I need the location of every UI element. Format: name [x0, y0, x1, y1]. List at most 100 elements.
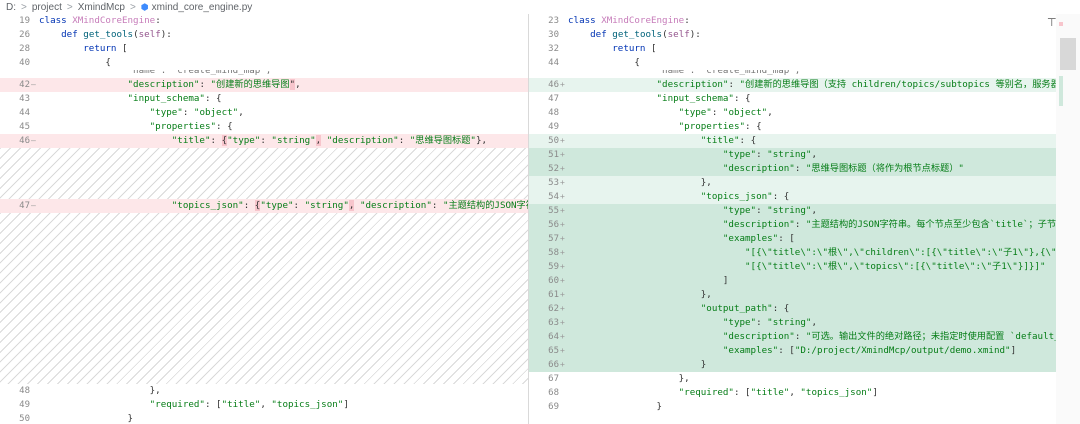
code-token: "主题结构的JSON字符串" [442, 200, 528, 211]
code-text: "description": "创建新的思维导图", [39, 78, 528, 92]
code-line-sticky[interactable]: 19 class XMindCoreEngine: [0, 14, 528, 28]
code-text: class XMindCoreEngine: [568, 14, 1056, 28]
code-token: , [238, 107, 244, 118]
code-token: get_tools [612, 29, 663, 40]
breadcrumb-project[interactable]: project [32, 2, 62, 13]
code-line[interactable]: 48 "type": "object", [529, 106, 1056, 120]
code-line[interactable]: 48 }, [0, 384, 528, 398]
code-line[interactable]: 45 "properties": { [0, 120, 528, 134]
code-line-sticky[interactable]: 26 def get_tools(self): [0, 28, 528, 42]
code-line[interactable]: 52 + "description": "思维导图标题（将作为根节点标题）" [529, 162, 1056, 176]
code-text: }, [568, 176, 1056, 190]
code-line-sticky[interactable]: 32 return [ [529, 42, 1056, 56]
code-line[interactable]: 54 + "topics_json": { [529, 190, 1056, 204]
breadcrumb: D: > project > XmindMcp > ⬢ xmind_core_e… [0, 0, 1080, 14]
code-token: "string" [304, 200, 349, 211]
code-token: "required" [678, 387, 734, 398]
code-line[interactable]: 46 + "description": "创建新的思维导图（支持 children… [529, 78, 1056, 92]
code-line-sticky[interactable]: 28 return [ [0, 42, 528, 56]
code-token: : { [204, 93, 222, 104]
code-line[interactable]: 62 + "output_path": { [529, 302, 1056, 316]
code-token: get_tools [83, 29, 134, 40]
line-number: 49 [548, 122, 559, 132]
code-token: "properties" [149, 121, 217, 132]
line-number: 63 [548, 318, 559, 328]
minimap-viewport-thumb[interactable] [1060, 38, 1076, 70]
code-line[interactable]: 49 "required": ["title", "topics_json"] [0, 398, 528, 412]
breadcrumb-file[interactable]: xmind_core_engine.py [152, 2, 253, 13]
code-text: "properties": { [39, 120, 528, 134]
code-text: "type": "string", [568, 316, 1056, 330]
code-token: self [138, 29, 161, 40]
code-token: "[{\"title\":\"根\",\"children\":[{\"titl… [745, 247, 1056, 258]
code-token: "type" [260, 200, 294, 211]
code-text: }, [568, 288, 1056, 302]
code-token: "object" [722, 107, 768, 118]
code-line[interactable]: 55 + "type": "string", [529, 204, 1056, 218]
right-editor-pane[interactable]: "name": "create_mind_map", 23 class XMindC… [529, 14, 1056, 424]
code-text: "required": ["title", "topics_json"] [568, 386, 1056, 400]
code-line[interactable]: 47— "topics_json": {"type": "string", "d… [0, 199, 528, 213]
code-token: "title" [171, 135, 211, 146]
code-line[interactable]: 69 } [529, 400, 1056, 414]
code-line[interactable]: 61 + }, [529, 288, 1056, 302]
code-token: "思维导图标题（将作为根节点标题）" [805, 163, 964, 174]
code-line[interactable]: 53 + }, [529, 176, 1056, 190]
code-line[interactable]: 68 "required": ["title", "topics_json"] [529, 386, 1056, 400]
code-line[interactable]: 67 }, [529, 372, 1056, 386]
code-token: , [295, 79, 301, 90]
code-line[interactable]: 51 + "type": "string", [529, 148, 1056, 162]
code-line-sticky[interactable]: 30 def get_tools(self): [529, 28, 1056, 42]
code-text: } [568, 400, 1056, 414]
code-token: : [711, 107, 723, 118]
code-line[interactable]: 50 + "title": { [529, 134, 1056, 148]
code-line-sticky[interactable]: 23 class XMindCoreEngine: [529, 14, 1056, 28]
code-token: "topics_json" [171, 200, 244, 211]
code-text: { [568, 56, 1056, 70]
code-text: "examples": ["D:/project/XmindMcp/output… [568, 344, 1056, 358]
breadcrumb-drive[interactable]: D: [6, 2, 16, 13]
code-token: def [61, 29, 84, 40]
left-editor-pane[interactable]: "name": "create_mind_map", 19 class XMindC… [0, 14, 528, 424]
breadcrumb-xmindmcp[interactable]: XmindMcp [78, 2, 125, 13]
code-line[interactable]: 43 "input_schema": { [0, 92, 528, 106]
minimap-added-marker [1059, 76, 1063, 106]
code-text: "topics_json": { [568, 190, 1056, 204]
code-line[interactable]: 65 + "examples": ["D:/project/XmindMcp/ou… [529, 344, 1056, 358]
code-line[interactable]: 57 + "examples": [ [529, 232, 1056, 246]
code-line[interactable]: 60 + ] [529, 274, 1056, 288]
code-line[interactable]: 44 "type": "object", [0, 106, 528, 120]
code-line[interactable]: 47 "input_schema": { [529, 92, 1056, 106]
code-token: : { [739, 135, 757, 146]
diff-marker: + [560, 276, 565, 285]
code-line[interactable]: 49 "properties": { [529, 120, 1056, 134]
line-number: 69 [548, 402, 559, 412]
code-token: "type" [227, 135, 261, 146]
code-token: : [794, 331, 806, 342]
code-line[interactable]: 58 + "[{\"title\":\"根\",\"children\":[{\"… [529, 246, 1056, 260]
code-line[interactable]: 66 + } [529, 358, 1056, 372]
code-line[interactable]: 42— "description": "创建新的思维导图", [0, 78, 528, 92]
code-text: "properties": { [568, 120, 1056, 134]
code-token: : [794, 163, 806, 174]
code-token: ): [160, 29, 172, 40]
code-token: : [431, 200, 443, 211]
code-line[interactable]: 50 } [0, 412, 528, 424]
code-text: "description": "创建新的思维导图（支持 children/top… [568, 78, 1056, 92]
code-line[interactable]: 59 + "[{\"title\":\"根\",\"topics\":[{\"ti… [529, 260, 1056, 274]
code-line[interactable]: 63 + "type": "string", [529, 316, 1056, 330]
code-text: "type": "string", [568, 148, 1056, 162]
code-line[interactable]: 64 + "description": "可选。输出文件的绝对路径；未指定时使用配… [529, 330, 1056, 344]
line-number: 67 [548, 374, 559, 384]
minimap[interactable] [1056, 14, 1080, 424]
code-line[interactable]: 56 + "description": "主题结构的JSON字符串。每个节点至少包… [529, 218, 1056, 232]
code-line-sticky[interactable]: 40 { [0, 56, 528, 70]
code-line-sticky[interactable]: 44 { [529, 56, 1056, 70]
code-line[interactable]: 46— "title": {"type": "string", "descrip… [0, 134, 528, 148]
